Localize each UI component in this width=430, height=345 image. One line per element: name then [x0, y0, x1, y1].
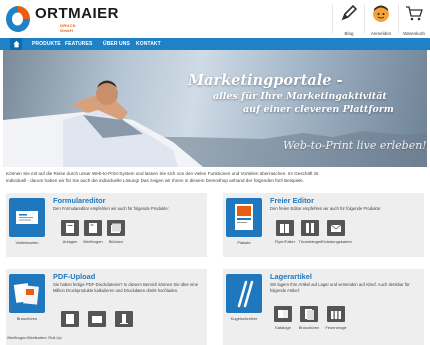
header-divider	[332, 4, 333, 34]
option-roll-up[interactable]	[115, 311, 133, 327]
logo-subline: DRUCK GmbH	[60, 23, 76, 33]
ortmaier-logo[interactable]: ORTMAIER DRUCK GmbH	[5, 3, 119, 35]
option-briefbogen[interactable]	[84, 220, 102, 236]
option-anlagen[interactable]	[61, 220, 79, 236]
header-divider	[398, 4, 399, 34]
login-label: Anmelden	[370, 31, 392, 36]
header-divider	[364, 4, 365, 34]
card-formulareditor[interactable]: Visitenkarten Formulareditor Den Formula…	[6, 193, 207, 257]
option-broschueren[interactable]	[300, 306, 318, 322]
option-feuerzeuge[interactable]	[327, 306, 345, 322]
nav-item-produkte[interactable]: PRODUKTE	[32, 41, 61, 47]
nav-item-kontakt[interactable]: KONTAKT	[136, 41, 161, 47]
roll-up-icon	[120, 314, 128, 324]
card-title[interactable]: PDF-Upload	[53, 272, 95, 281]
nav-item-ueber-uns[interactable]: ÜBER UNS	[103, 41, 130, 47]
flyer-icon	[280, 224, 289, 233]
option-label: Blöcken	[108, 239, 124, 244]
card-description: Den freien Editor empfehlen wir auch für…	[270, 206, 382, 211]
hero-banner[interactable]: Marketingportale - alles für Ihre Market…	[3, 50, 427, 167]
thumb-caption: Kugelschreiber	[230, 316, 258, 321]
nav-item-features[interactable]: FEATURES	[65, 41, 92, 47]
card-title[interactable]: Formulareditor	[53, 196, 106, 205]
banner-tagline: Web-to-Print live erleben!	[283, 139, 427, 152]
main-nav: PRODUKTE FEATURES ÜBER UNS KONTAKT	[0, 38, 430, 50]
logo-mark-icon	[6, 6, 30, 32]
option-flyer-falter[interactable]	[276, 220, 294, 236]
notepad-icon	[111, 223, 121, 233]
option-label: Broschüren	[298, 325, 320, 330]
freier-editor-thumbnail	[226, 198, 262, 237]
letterhead-icon	[66, 314, 74, 324]
card-description: Sie haben fertige PDF-Druckdateien? In d…	[53, 282, 199, 293]
option-briefbogen[interactable]	[61, 311, 79, 327]
brochure-icon	[305, 309, 314, 320]
site-header: ORTMAIER DRUCK GmbH Blog Anmelden Warenk…	[0, 0, 430, 38]
intro-line-1: Können Sie mit auf die Reise durch unser…	[6, 171, 319, 176]
thumb-caption: Plakate	[237, 240, 251, 245]
document-icon	[66, 223, 74, 233]
blog-label: Blog	[344, 31, 354, 36]
intro-text: Können Sie mit auf die Reise durch unser…	[6, 170, 424, 184]
card-pdf-upload[interactable]: Broschüren PDF-Upload Sie haben fertige …	[6, 269, 207, 345]
home-button[interactable]	[10, 38, 22, 50]
option-briefkarten[interactable]	[88, 311, 106, 327]
banner-subline-2: auf einer cleveren Plattform	[243, 104, 394, 115]
lighter-icon	[331, 311, 341, 319]
option-bloecken[interactable]	[107, 220, 125, 236]
caption-roll-up: Roll-Up	[48, 335, 62, 340]
lagerartikel-thumbnail	[226, 274, 262, 313]
cart-icon	[406, 6, 423, 21]
catalog-icon	[278, 310, 288, 318]
cart-button[interactable]: Warenkorb	[400, 3, 428, 36]
cart-label: Warenkorb	[403, 31, 425, 36]
pdf-upload-thumbnail	[9, 274, 45, 313]
option-tuerhaenger[interactable]	[301, 220, 319, 236]
card-freier-editor[interactable]: Plakate Freier Editor Den freien Editor …	[223, 193, 424, 257]
avatar-icon	[373, 5, 389, 22]
door-hanger-icon	[306, 223, 314, 233]
card-description: Den Formulareditor empfehlen wir auch fü…	[53, 206, 169, 211]
card-title[interactable]: Freier Editor	[270, 196, 314, 205]
card-icon	[92, 316, 102, 323]
option-einladungskarten[interactable]	[327, 220, 345, 236]
card-lagerartikel[interactable]: Kugelschreiber Lagerartikel Wir lagern I…	[223, 269, 424, 345]
logo-wordmark: ORTMAIER	[35, 5, 119, 22]
option-kataloge[interactable]	[274, 306, 292, 322]
letterhead-icon	[89, 223, 97, 233]
invitation-card-icon	[330, 224, 342, 232]
card-title[interactable]: Lagerartikel	[270, 272, 312, 281]
option-label: Feuerzeuge	[325, 325, 347, 330]
blog-button[interactable]: Blog	[336, 3, 362, 36]
thumb-caption: Broschüren	[16, 316, 38, 321]
thumb-caption: Visitenkarten	[15, 240, 39, 245]
banner-headline: Marketingportale -	[188, 72, 343, 89]
intro-line-2: individuell - darum haben wir für Sie au…	[6, 178, 305, 183]
login-button[interactable]: Anmelden	[366, 3, 396, 36]
pen-icon	[341, 4, 358, 21]
option-label: Einladungskarten	[321, 239, 352, 244]
businessman-figure	[3, 80, 203, 167]
home-icon	[13, 40, 19, 48]
formulareditor-thumbnail	[9, 198, 45, 237]
banner-subline-1: alles für Ihre Marketingaktivität	[213, 91, 387, 102]
card-description: Wir lagern Ihre Artikel auf Lager und ve…	[270, 282, 410, 293]
